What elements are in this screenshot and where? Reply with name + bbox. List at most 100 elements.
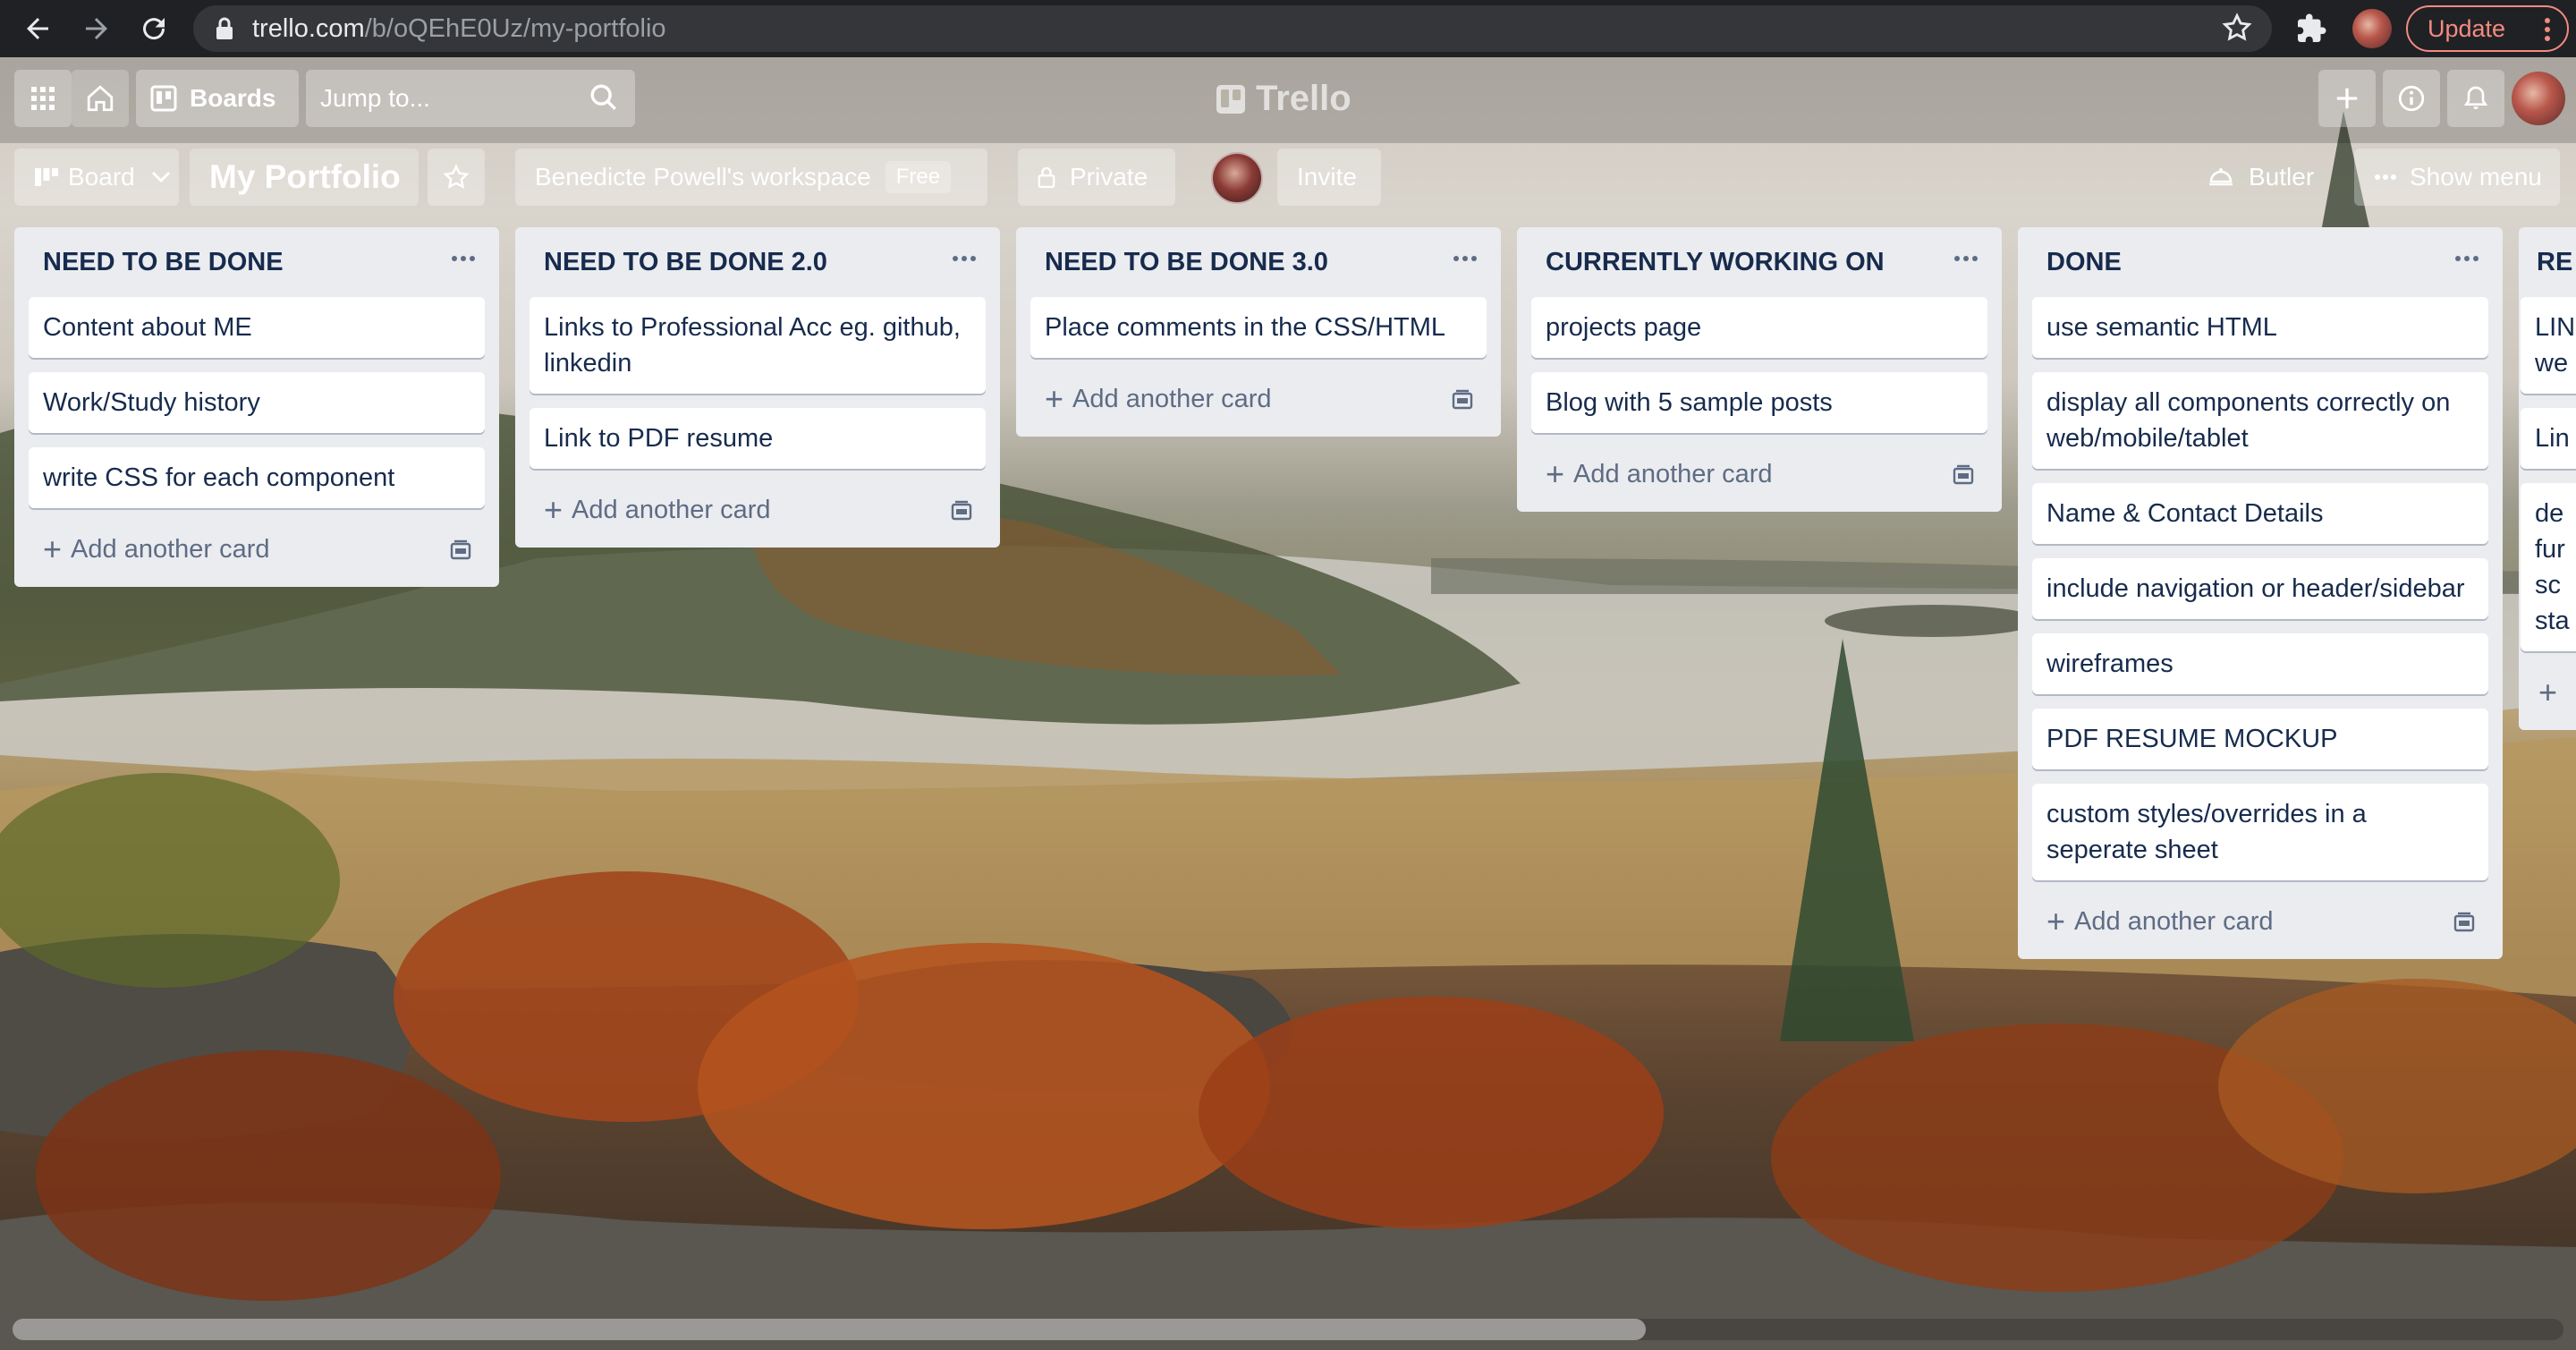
url-host: trello.com [252,13,365,43]
chevron-down-icon [151,171,171,183]
boards-icon [150,85,177,112]
add-card-button[interactable]: + [2533,666,2576,719]
search-placeholder: Jump to... [320,84,430,112]
boards-label: Boards [190,84,276,112]
board-member-avatar[interactable] [1211,152,1263,204]
address-bar[interactable]: trello.com/b/oQEhE0Uz/my-portfolio [193,5,2272,52]
invite-button[interactable]: Invite [1277,149,1381,206]
card[interactable]: Lin [2521,408,2576,469]
add-card-button[interactable]: + Add another card [530,483,986,537]
card[interactable]: projects page [1531,297,1987,358]
trello-logo-icon [1216,84,1245,114]
board-title[interactable]: My Portfolio [190,149,419,206]
add-card-button[interactable]: + Add another card [29,522,485,576]
card[interactable]: Link to PDF resume [530,408,986,469]
card-template-icon[interactable] [449,539,472,568]
plus-icon: + [1546,455,1565,492]
card-template-icon[interactable] [950,499,973,529]
card[interactable]: LIN we [2521,297,2576,394]
plus-icon[interactable] [2318,70,2376,127]
trello-header: Boards Jump to... Trello [0,57,2576,143]
extensions-icon[interactable] [2295,13,2327,45]
card[interactable]: Work/Study history [29,372,485,433]
add-card-label: Add another card [572,495,771,524]
card[interactable]: write CSS for each component [29,447,485,508]
card[interactable]: display all components correctly on web/… [2032,372,2488,469]
show-menu-button[interactable]: Show menu [2354,149,2560,206]
member-avatar[interactable] [2512,72,2565,125]
list-header[interactable]: CURRENTLY WORKING ON [1531,227,1987,297]
bell-icon[interactable] [2447,70,2504,127]
trello-logo[interactable]: Trello [1216,79,1352,119]
add-card-label: Add another card [71,534,270,564]
info-icon[interactable] [2383,70,2440,127]
visibility-label: Private [1070,163,1148,191]
card-template-icon[interactable] [1952,463,1975,493]
card[interactable]: Links to Professional Acc eg. github, li… [530,297,986,394]
star-icon[interactable] [2222,13,2252,43]
update-button[interactable]: Update [2406,5,2569,52]
plus-icon: + [1045,380,1064,417]
ellipsis-icon[interactable] [952,250,977,267]
list-title[interactable]: CURRENTLY WORKING ON [1546,248,1885,277]
list-need-to-be-done-3: NEED TO BE DONE 3.0 Place comments in th… [1016,227,1501,437]
kebab-menu-icon [2544,16,2551,43]
url-path: /b/oQEhE0Uz/my-portfolio [364,13,666,43]
list-header[interactable]: NEED TO BE DONE 2.0 [530,227,986,297]
board-view-switcher[interactable]: Board [14,149,179,206]
workspace-plan-badge: Free [885,161,952,193]
add-card-button[interactable]: + Add another card [1030,372,1487,426]
card[interactable]: wireframes [2032,633,2488,694]
star-board-icon[interactable] [428,149,485,206]
list-title[interactable]: NEED TO BE DONE 3.0 [1045,248,1328,277]
list-header[interactable]: DONE [2032,227,2488,297]
card[interactable]: Blog with 5 sample posts [1531,372,1987,433]
card-template-icon[interactable] [2453,911,2476,940]
add-card-label: Add another card [1072,384,1272,413]
list-title[interactable]: DONE [2046,248,2122,277]
list-header[interactable]: RE [2533,227,2576,297]
boards-button[interactable]: Boards [136,70,299,127]
back-arrow-icon[interactable] [21,13,54,45]
ellipsis-icon[interactable] [451,250,476,267]
ellipsis-icon [2374,174,2397,181]
add-card-button[interactable]: + Add another card [2032,895,2488,948]
card[interactable]: Place comments in the CSS/HTML [1030,297,1487,358]
ellipsis-icon[interactable] [2454,250,2479,267]
lock-icon [1038,166,1055,189]
butler-button[interactable]: Butler [2188,149,2340,206]
list-header[interactable]: NEED TO BE DONE [29,227,485,297]
card-template-icon[interactable] [1451,388,1474,418]
card[interactable]: PDF RESUME MOCKUP [2032,709,2488,769]
list-title[interactable]: NEED TO BE DONE 2.0 [544,248,827,277]
home-icon[interactable] [72,70,129,127]
board-view-label: Board [68,163,135,191]
search-input[interactable]: Jump to... [306,70,635,127]
card[interactable]: custom styles/overrides in a seperate sh… [2032,784,2488,880]
card[interactable]: Content about ME [29,297,485,358]
reload-icon[interactable] [138,13,170,45]
apps-grid-icon[interactable] [14,70,72,127]
card[interactable]: Name & Contact Details [2032,483,2488,544]
list-header[interactable]: NEED TO BE DONE 3.0 [1030,227,1487,297]
search-icon [589,82,619,119]
list-done: DONE use semantic HTML display all compo… [2018,227,2503,959]
ellipsis-icon[interactable] [1953,250,1979,267]
workspace-name: Benedicte Powell's workspace [535,163,871,191]
visibility-button[interactable]: Private [1018,149,1175,206]
card[interactable]: de fur sc sta [2521,483,2576,651]
forward-arrow-icon[interactable] [80,13,113,45]
profile-avatar[interactable] [2352,9,2392,48]
add-card-button[interactable]: + Add another card [1531,447,1987,501]
list-title[interactable]: RE [2533,248,2572,277]
list-need-to-be-done-2: NEED TO BE DONE 2.0 Links to Professiona… [515,227,1000,548]
ellipsis-icon[interactable] [1453,250,1478,267]
board-scrollbar-thumb[interactable] [13,1319,1646,1340]
list-title[interactable]: NEED TO BE DONE [43,248,284,277]
plus-icon: + [544,491,564,528]
list-currently-working-on: CURRENTLY WORKING ON projects page Blog … [1517,227,2002,512]
list-partial: RE LIN we Lin de fur sc sta + [2519,227,2576,730]
workspace-button[interactable]: Benedicte Powell's workspace Free [515,149,987,206]
card[interactable]: use semantic HTML [2032,297,2488,358]
card[interactable]: include navigation or header/sidebar [2032,558,2488,619]
